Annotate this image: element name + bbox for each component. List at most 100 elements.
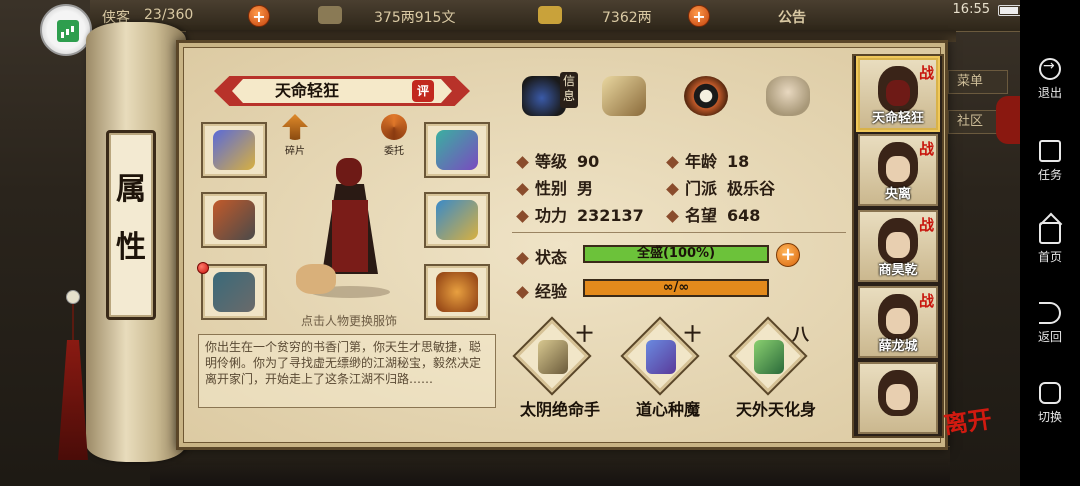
roster-hero-1[interactable]: 战 天命轻狂 [858, 58, 938, 130]
task-icon [1039, 140, 1061, 162]
stat-fame: 名望 648 [666, 202, 760, 226]
stat-age: 年龄 18 [666, 148, 750, 172]
skill-1-name: 太阴绝命手 [519, 400, 600, 419]
exp-label: 经验 [535, 282, 568, 301]
swap-icon [381, 114, 407, 140]
change-outfit-hint: 点击人物更换服饰 [300, 314, 397, 328]
status-label-wrap: 状态 [516, 244, 568, 268]
pet-companion [296, 264, 336, 294]
nav-task-label: 任务 [1037, 168, 1062, 182]
battle-badge: 战 [918, 64, 934, 82]
hero-portrait [878, 294, 918, 340]
skill-3-level: 八 [792, 325, 809, 345]
hero-portrait [878, 370, 918, 416]
hero-portrait [878, 66, 918, 112]
roster-hero-5[interactable] [858, 362, 938, 434]
add-gold-button[interactable]: + [688, 5, 710, 27]
equipment-slot-armor[interactable] [424, 192, 490, 248]
nav-home-button[interactable]: 首页 [1020, 222, 1080, 282]
stat-fame-label: 名望 [685, 206, 718, 225]
stat-gender-value: 男 [577, 179, 594, 198]
stat-level: 等级 90 [516, 148, 600, 172]
experience-bar: ∞/∞ [583, 279, 769, 297]
side-ornament [996, 96, 1020, 144]
home-icon [1039, 222, 1061, 244]
stat-sect-value: 极乐谷 [727, 179, 776, 198]
equipment-slot-claw[interactable] [201, 192, 267, 248]
equipment-slot-helmet[interactable] [424, 122, 490, 178]
status-label: 状态 [535, 248, 568, 267]
nav-home-label: 首页 [1037, 250, 1062, 264]
network-signal-badge[interactable] [40, 4, 92, 56]
restore-status-button[interactable]: + [776, 243, 800, 267]
skill-1-level: 十 [576, 325, 593, 345]
equipment-slot-weapon[interactable] [201, 122, 267, 178]
stat-power-label: 功力 [535, 206, 568, 225]
hero-name: 天命轻狂 [871, 111, 924, 126]
tab-bagua[interactable] [678, 72, 734, 120]
scroll-label-char-1: 属 [116, 172, 146, 207]
experience-text: ∞/∞ [662, 280, 690, 295]
status-bar: 全盛(100%) [583, 245, 769, 263]
nav-task-button[interactable]: 任务 [1020, 140, 1080, 200]
leave-button[interactable]: 离开 [941, 399, 997, 450]
pouch-icon [436, 272, 478, 312]
status-text: 全盛(100%) [636, 246, 716, 261]
nav-switch-label: 切换 [1037, 410, 1062, 424]
stats-divider [512, 232, 846, 233]
nav-back-button[interactable]: 返回 [1020, 302, 1080, 362]
prestige-value: 23/360 [144, 7, 194, 23]
roster-hero-3[interactable]: 战 商昊乾 [858, 210, 938, 282]
stat-level-label: 等级 [535, 152, 568, 171]
roster-hero-2[interactable]: 战 央离 [858, 134, 938, 206]
claw-weapon-icon [213, 200, 255, 240]
ring-icon [213, 272, 255, 312]
battle-badge: 战 [918, 140, 934, 158]
nav-switch-button[interactable]: 切换 [1020, 382, 1080, 442]
equipment-slot-ring[interactable] [201, 264, 267, 320]
stat-age-value: 18 [727, 152, 750, 171]
evaluate-button[interactable]: 评 [412, 80, 434, 102]
tab-scroll[interactable] [596, 72, 652, 120]
nav-exit-button[interactable]: 退出 [1020, 58, 1080, 118]
gold-ingot-icon [538, 6, 562, 24]
hero-name: 商昊乾 [878, 263, 918, 278]
money-value: 375两915文 [374, 10, 456, 26]
demon-mask-icon [336, 158, 362, 186]
green-scroll-icon [754, 340, 784, 374]
notice-button[interactable]: 公告 [778, 7, 806, 27]
menu-tag[interactable]: 菜单 [948, 70, 1008, 94]
top-resource-bar: 侠客 23/360 + 375两915文 7362两 + 公告 16:55 [90, 0, 1022, 32]
blue-scroll-icon [646, 340, 676, 374]
skill-3[interactable]: 八 天外天化身 [726, 316, 826, 420]
equipment-slot-accessory[interactable] [424, 264, 490, 320]
scroll-label-char-2: 性 [116, 230, 146, 265]
meridian-body-icon [766, 76, 810, 116]
tab-body[interactable] [760, 72, 816, 120]
nav-back-label: 返回 [1037, 330, 1062, 344]
skill-1[interactable]: 十 太阴绝命手 [510, 316, 610, 420]
skill-2-name: 道心种魔 [635, 400, 700, 419]
stat-sect-label: 门派 [685, 179, 718, 198]
skill-2[interactable]: 十 道心种魔 [618, 316, 718, 420]
roster-hero-4[interactable]: 战 薛龙城 [858, 286, 938, 358]
hero-name: 薛龙城 [878, 339, 918, 354]
exit-icon [1039, 58, 1061, 80]
stat-power-value: 232137 [577, 206, 644, 225]
bracer-icon [213, 130, 255, 170]
exp-label-wrap: 经验 [516, 278, 568, 302]
attributes-scroll-label: 属 性 [106, 130, 156, 320]
battle-badge: 战 [918, 216, 934, 234]
skill-3-name: 天外天化身 [735, 400, 816, 419]
bagua-icon [684, 76, 728, 116]
battle-badge: 战 [918, 292, 934, 310]
stat-gender: 性别男 [516, 175, 594, 199]
hat-icon [436, 130, 478, 170]
stat-level-value: 90 [577, 152, 600, 171]
battery-icon [998, 5, 1022, 16]
gold-value: 7362两 [602, 10, 652, 26]
tassel-ornament [56, 290, 88, 460]
stat-gender-label: 性别 [535, 179, 568, 198]
hero-name: 央离 [884, 187, 911, 202]
add-prestige-button[interactable]: + [248, 5, 270, 27]
